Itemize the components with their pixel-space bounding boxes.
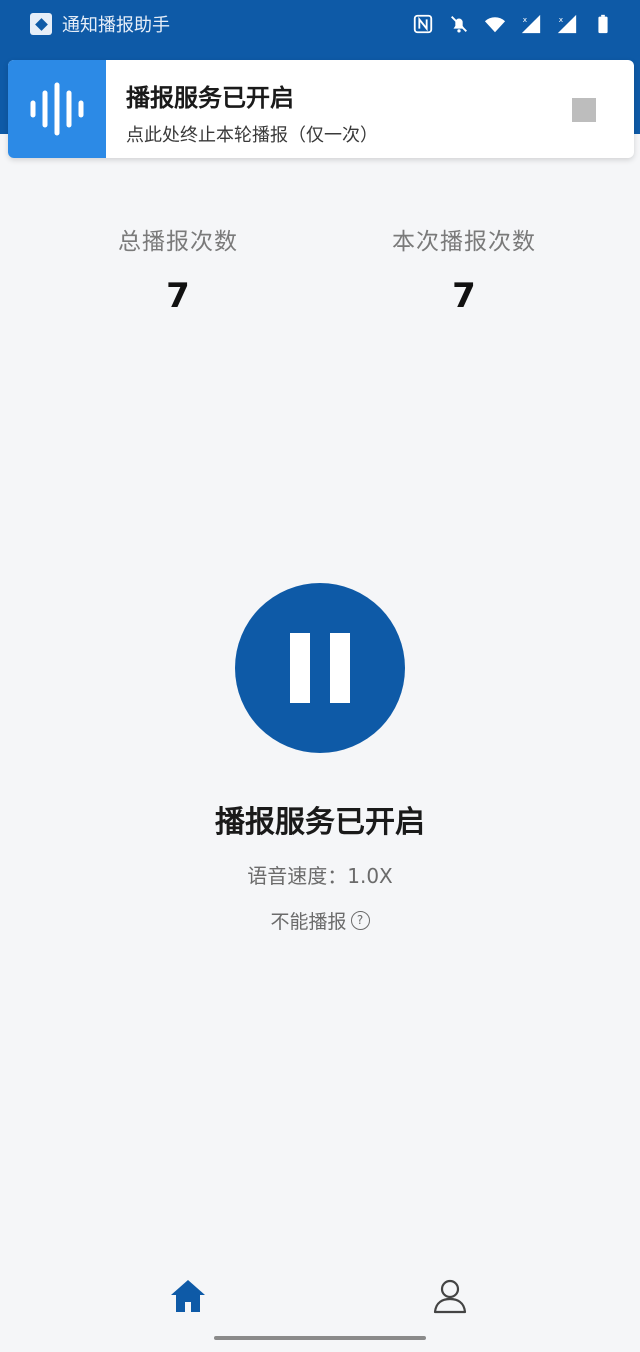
nav-home[interactable]	[158, 1266, 218, 1326]
current-count-stat: 本次播报次数 7	[344, 222, 584, 316]
stop-icon	[572, 98, 596, 122]
nav-profile[interactable]	[420, 1266, 480, 1326]
bell-muted-icon	[451, 16, 467, 33]
status-bar-app: 通知播报助手	[30, 12, 170, 36]
stats-section: 总播报次数 7 本次播报次数 7	[0, 222, 640, 322]
notification-app-tile	[8, 60, 106, 158]
svg-text:x: x	[523, 15, 528, 24]
current-count-value: 7	[452, 276, 476, 316]
home-icon	[171, 1280, 205, 1312]
sound-wave-icon	[30, 82, 84, 136]
svg-text:x: x	[559, 15, 564, 24]
app-icon	[30, 13, 52, 35]
service-status-text: 播报服务已开启	[215, 805, 425, 840]
total-count-value: 7	[166, 276, 190, 316]
user-icon	[433, 1279, 467, 1314]
current-count-label: 本次播报次数	[392, 229, 536, 255]
signal-icon: x	[557, 14, 577, 34]
service-notification[interactable]: 播报服务已开启 点此处终止本轮播报（仅一次）	[8, 60, 634, 158]
cannot-play-help-link[interactable]: 不能播报 ?	[0, 907, 640, 934]
notification-title: 播报服务已开启	[126, 84, 294, 112]
total-count-stat: 总播报次数 7	[58, 222, 298, 316]
home-indicator	[214, 1336, 426, 1340]
cannot-play-text: 不能播报	[270, 911, 347, 933]
pause-icon	[330, 633, 350, 703]
total-count-label: 总播报次数	[118, 229, 238, 255]
battery-icon	[598, 14, 608, 34]
stop-button[interactable]	[570, 96, 598, 124]
help-icon[interactable]: ?	[350, 911, 370, 930]
signal-icon: x	[521, 14, 541, 34]
notification-subtitle[interactable]: 点此处终止本轮播报（仅一次）	[126, 121, 378, 147]
bottom-nav	[0, 1250, 640, 1330]
speech-speed-text[interactable]: 语音速度：1.0X	[0, 860, 640, 889]
pause-button[interactable]	[235, 583, 405, 753]
status-bar-icons: x x	[412, 12, 614, 36]
pause-icon	[290, 633, 310, 703]
status-bar-app-label: 通知播报助手	[62, 15, 170, 36]
nfc-icon	[413, 14, 433, 34]
wifi-icon	[484, 17, 506, 33]
